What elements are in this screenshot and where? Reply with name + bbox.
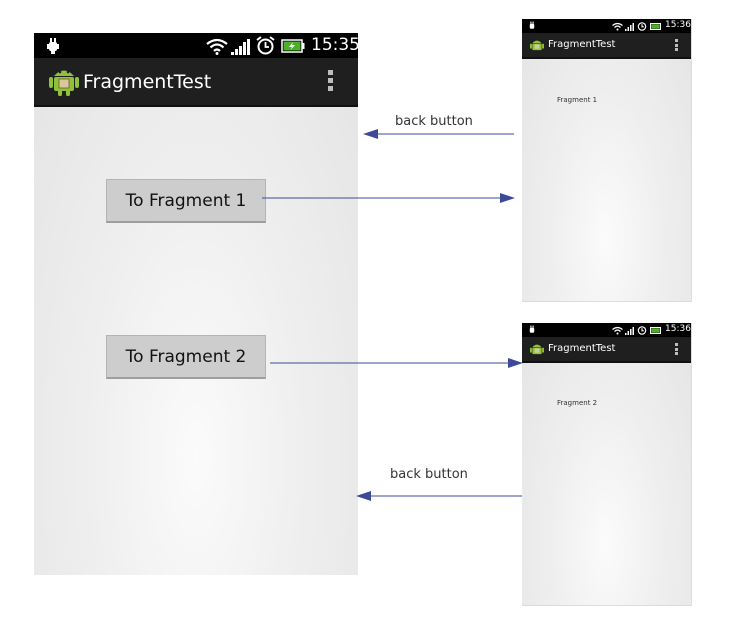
arrowhead-back-bottom bbox=[356, 491, 371, 501]
arrowhead-back-top bbox=[363, 129, 378, 139]
arrowhead-to-fragment-2 bbox=[508, 358, 523, 368]
navigation-arrows bbox=[262, 129, 523, 501]
arrowhead-to-fragment-1 bbox=[500, 193, 515, 203]
